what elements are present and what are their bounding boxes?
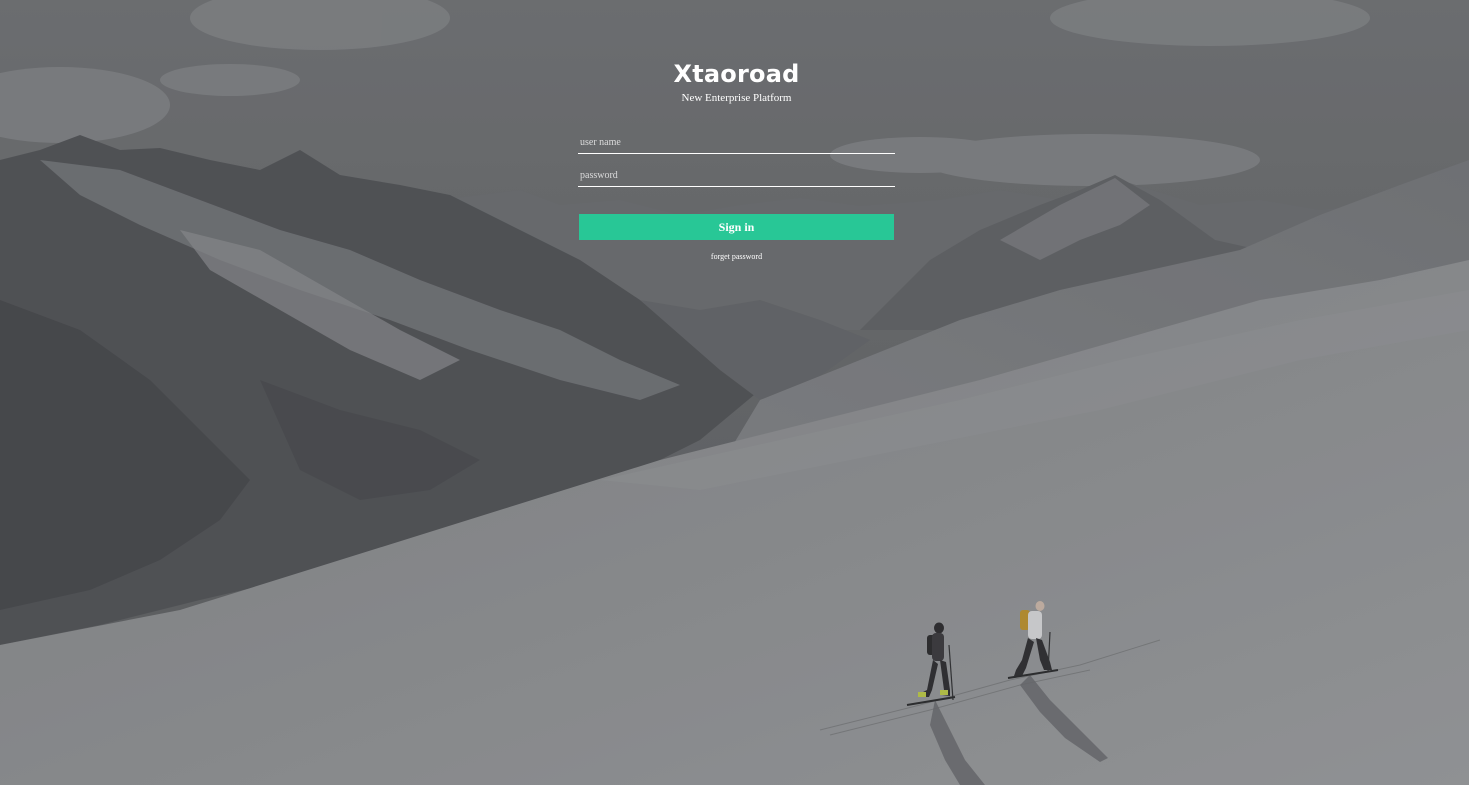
password-input[interactable]	[578, 165, 895, 187]
username-input[interactable]	[578, 132, 895, 154]
login-panel: Xtaoroad New Enterprise Platform Sign in…	[578, 58, 895, 264]
brand-title: Xtaoroad	[673, 60, 800, 88]
brand-subtitle: New Enterprise Platform	[681, 92, 792, 104]
login-screen: Xtaoroad New Enterprise Platform Sign in…	[0, 0, 1469, 785]
forget-password-link[interactable]: forget password	[711, 252, 762, 261]
sign-in-button[interactable]: Sign in	[579, 214, 894, 240]
